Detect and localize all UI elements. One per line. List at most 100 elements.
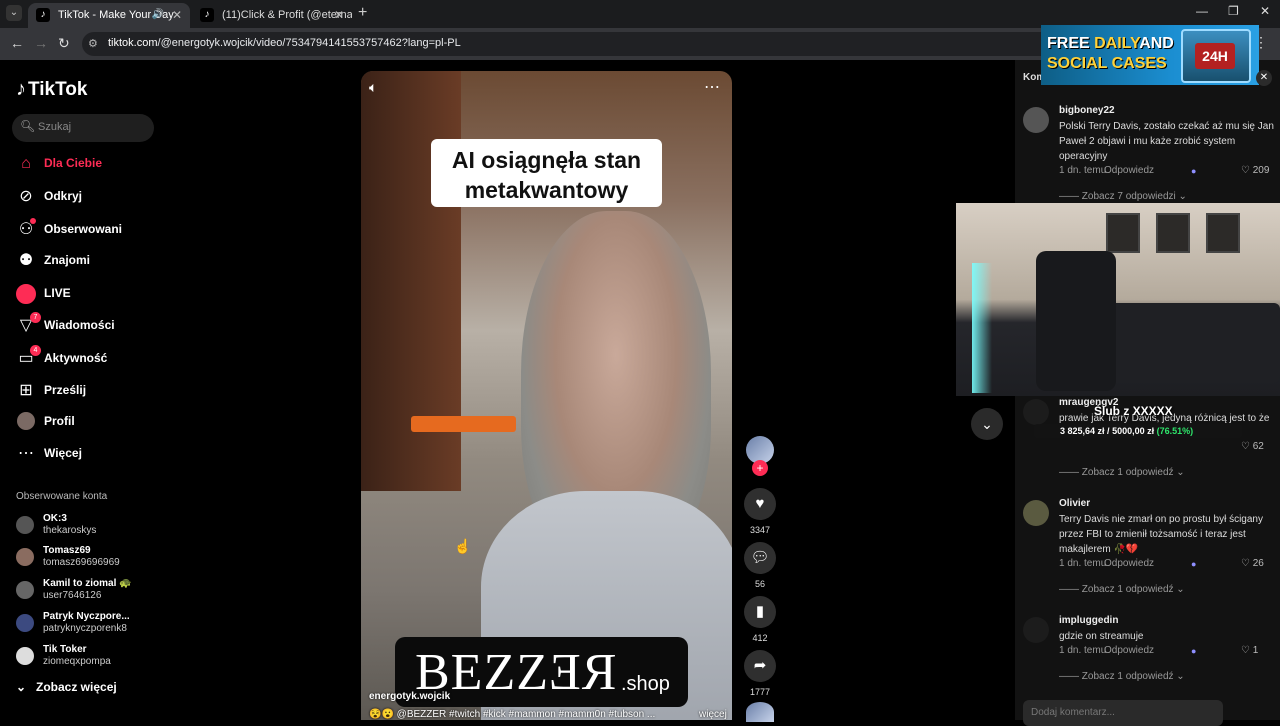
comment-like-button[interactable]: ♡ 26 (1241, 558, 1264, 569)
nav-following[interactable]: ⚇ Obserwowani (16, 218, 166, 242)
nav-label: Więcej (44, 446, 82, 460)
audio-playing-icon[interactable]: 🔊 (152, 3, 164, 27)
follow-plus-icon[interactable]: + (752, 460, 768, 476)
comment-username[interactable]: impluggedin (1059, 615, 1118, 626)
comment-input[interactable]: Dodaj komentarz... (1023, 700, 1223, 726)
nav-live[interactable]: LIVE (16, 282, 166, 306)
comment-like-count: 209 (1252, 165, 1270, 176)
avatar[interactable] (1023, 500, 1049, 526)
close-window-icon[interactable]: ✕ (1260, 4, 1270, 18)
heart-outline-icon: ♡ (1241, 165, 1253, 176)
comment-time: 1 dn. temu (1059, 165, 1107, 176)
avatar[interactable] (1023, 107, 1049, 133)
profile-icon (16, 412, 36, 432)
like-button[interactable]: ♥ (744, 488, 776, 520)
comment-text: Polski Terry Davis, zostało czekać aż mu… (1059, 121, 1274, 162)
reply-button[interactable]: Odpowiedz (1104, 165, 1154, 176)
next-video-button[interactable]: ⌄ (971, 408, 1003, 440)
reply-button[interactable]: Odpowiedz (1104, 558, 1154, 569)
chevron-down-icon: ⌄ (981, 416, 993, 432)
save-button[interactable]: ▮ (744, 596, 776, 628)
share-button[interactable]: ➦ (744, 650, 776, 682)
comment-like-button[interactable]: ♡ 209 (1241, 165, 1269, 176)
see-more-accounts[interactable]: ⌄ Zobacz więcej (16, 680, 117, 694)
nav-more[interactable]: ⋯ Więcej (16, 442, 166, 466)
view-replies-label: Zobacz 7 odpowiedzi (1081, 191, 1176, 202)
account-handle: thekaroskys (43, 525, 97, 536)
nav-label: Odkryj (44, 189, 83, 203)
minimize-icon[interactable]: — (1196, 4, 1208, 18)
forward-icon[interactable]: → (34, 35, 48, 51)
sound-disc-avatar[interactable] (746, 702, 774, 722)
account-name: OK:3 (43, 513, 67, 524)
restore-icon[interactable]: ❐ (1228, 4, 1239, 18)
mouse-cursor-icon: ☝ (454, 538, 472, 554)
reload-icon[interactable]: ↻ (58, 35, 70, 52)
wall-frame (1106, 213, 1140, 253)
video-player[interactable]: 🔈︎ ⋯ AI osiągnęła stan metakwantowy BEZZƎ… (361, 71, 732, 720)
messages-badge: 7 (30, 312, 41, 323)
led-glow (972, 263, 992, 393)
nav-label: Dla Ciebie (44, 156, 103, 170)
ad-banner[interactable]: FREE DAILYAND SOCIAL CASES 24H (1041, 25, 1259, 85)
share-count: 1777 (749, 687, 771, 697)
tiktok-logo[interactable]: ♪ TikTok (16, 78, 87, 101)
comment-like-button[interactable]: ♡ 1 (1241, 645, 1258, 656)
followed-account[interactable]: Patryk Nyczpore... patryknyczporenk8 (16, 610, 166, 644)
webcam-sofa (1106, 303, 1280, 383)
nav-label: Obserwowani (44, 222, 123, 236)
nav-activity[interactable]: ▭ 4 Aktywność (16, 345, 166, 371)
comment-text: Terry Davis nie zmarł on po prostu był ś… (1059, 514, 1263, 555)
nav-friends[interactable]: ⚉ Znajomi (16, 249, 166, 273)
ad-close-icon[interactable]: ✕ (1256, 70, 1272, 86)
account-name: Kamil to ziomal 🐢 (43, 578, 132, 589)
tab-close-icon[interactable]: ✕ (334, 3, 344, 27)
followed-account[interactable]: Tik Toker ziomeqxpompa (16, 643, 166, 677)
chevron-down-icon: ⌄ (16, 680, 27, 694)
nav-for-you[interactable]: ⌂ Dla Ciebie (16, 152, 166, 176)
video-more-icon[interactable]: ⋯ (704, 77, 720, 97)
view-replies[interactable]: —— Zobacz 7 odpowiedzi ⌄ (1059, 191, 1187, 202)
author-liked-icon: ● (1191, 559, 1197, 569)
followed-account[interactable]: OK:3 thekaroskys (16, 512, 166, 546)
comment-like-button[interactable]: ♡ 62 (1241, 441, 1264, 452)
volume-icon[interactable]: 🔈︎ (369, 79, 377, 96)
nav-upload[interactable]: ⊞ Prześlij (16, 379, 166, 403)
address-bar[interactable]: ⚙ tiktok.com/@energotyk.wojcik/video/753… (82, 32, 1192, 56)
video-hashtags[interactable]: 😵😮 @BEZZER #twitch #kick #mammon #mamm0n… (369, 709, 655, 720)
view-replies[interactable]: —— Zobacz 1 odpowiedź ⌄ (1059, 584, 1185, 595)
tab-search-button[interactable]: ⌄ (6, 5, 22, 21)
live-avatar (16, 284, 36, 304)
nav-messages[interactable]: ▽ 7 Wiadomości (16, 312, 166, 338)
tab-click-profit[interactable]: ♪ (11)Click & Profit (@eternal.lbl ✕ (192, 3, 352, 28)
notification-dot (30, 218, 36, 224)
webcam-chair (1036, 251, 1116, 391)
tab-tiktok[interactable]: ♪ TikTok - Make Your Day 🔊 ✕ (28, 3, 190, 28)
avatar[interactable] (1023, 617, 1049, 643)
new-tab-button[interactable]: + (358, 4, 367, 22)
site-info-icon[interactable]: ⚙ (88, 37, 98, 50)
nav-label: Znajomi (44, 253, 91, 267)
goal-current: 3 825,64 zł (1060, 426, 1105, 436)
reply-button[interactable]: Odpowiedz (1104, 645, 1154, 656)
video-author[interactable]: energotyk.wojcik (369, 691, 450, 702)
view-replies[interactable]: —— Zobacz 1 odpowiedź ⌄ (1059, 671, 1185, 682)
nav-profile[interactable]: Profil (16, 410, 166, 434)
tab-close-icon[interactable]: ✕ (172, 3, 182, 27)
search-input[interactable]: 🔍︎ Szukaj (12, 114, 154, 142)
followed-accounts-title: Obserwowane konta (16, 491, 108, 502)
heart-outline-icon: ♡ (1241, 645, 1253, 656)
comment-button[interactable]: 💬︎ (744, 542, 776, 574)
comment-time: 1 dn. temu (1059, 558, 1107, 569)
followed-account[interactable]: Tomasz69 tomasz69696969 (16, 544, 166, 578)
nav-explore[interactable]: ⊘ Odkryj (16, 185, 166, 209)
comment-username[interactable]: Olivier (1059, 498, 1090, 509)
back-icon[interactable]: ← (10, 35, 24, 51)
caption-line: metakwantowy (464, 177, 629, 203)
comment-username[interactable]: bigboney22 (1059, 105, 1115, 116)
more-icon: ⋯ (18, 445, 34, 462)
view-replies[interactable]: —— Zobacz 1 odpowiedź ⌄ (1059, 467, 1185, 478)
description-more-link[interactable]: więcej (699, 709, 727, 720)
see-more-label: Zobacz więcej (36, 680, 117, 694)
followed-account[interactable]: Kamil to ziomal 🐢 user7646126 (16, 577, 166, 611)
